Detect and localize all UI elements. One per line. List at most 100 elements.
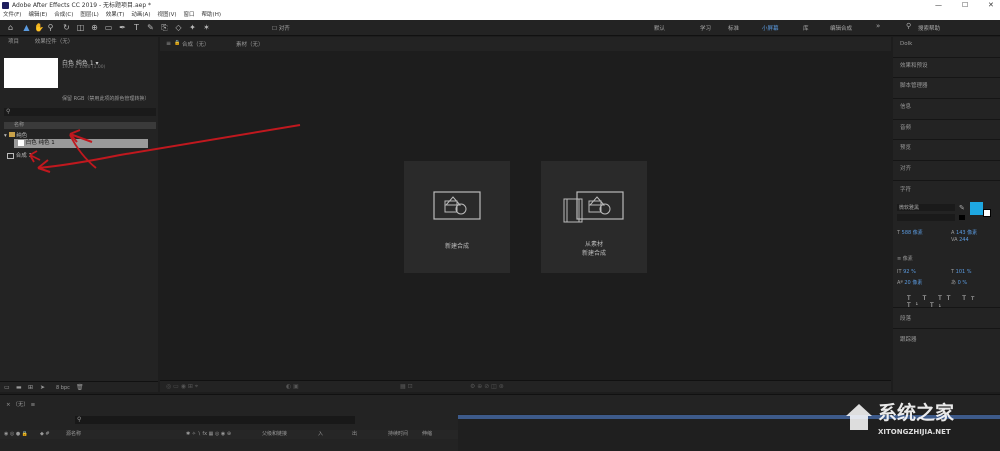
type-tool-icon[interactable]: T [132, 23, 141, 32]
lock-icon[interactable]: 🔒 [174, 40, 180, 46]
timeline-search-input[interactable]: ⚲ [75, 416, 355, 424]
label-icon[interactable]: ◆ # [40, 430, 50, 439]
pen-tool-icon[interactable]: ✒ [118, 23, 127, 32]
viewer-controls-icon[interactable]: ◎ ▭ ◉ ⊞ ⌖ [166, 383, 198, 391]
menu-layer[interactable]: 图层(L) [80, 11, 98, 20]
fill-color-swatch[interactable] [970, 202, 983, 215]
new-folder-icon[interactable]: ▬ [16, 384, 22, 391]
leading-field[interactable]: A 143 像素 [951, 229, 977, 236]
col-in[interactable]: 入 [318, 430, 323, 439]
bpc-label[interactable]: 8 bpc [56, 385, 70, 391]
menu-composition[interactable]: 合成(C) [54, 11, 73, 20]
baseline-shift-field[interactable]: Aª 20 像素 [897, 279, 922, 286]
workspace-learn[interactable]: 学习 [700, 24, 711, 32]
menu-edit[interactable]: 编辑(E) [28, 11, 47, 20]
panel-info[interactable]: 信息 [900, 102, 911, 110]
tracking-field[interactable]: VA 244 [951, 237, 969, 243]
col-duration[interactable]: 持续时间 [388, 430, 408, 439]
rectangle-tool-icon[interactable]: ▭ [104, 23, 113, 32]
tsume-field[interactable]: あ 0 % [951, 279, 967, 286]
interpret-footage-icon[interactable]: ▭ [4, 384, 10, 391]
menu-animation[interactable]: 动画(A) [131, 11, 150, 20]
panel-script-manager[interactable]: 脚本管理器 [900, 81, 928, 89]
workspace-default[interactable]: 默认 [654, 24, 665, 32]
panel-align[interactable]: 对齐 [900, 164, 911, 172]
zoom-tool-icon[interactable]: ⚲ [46, 23, 55, 32]
panel-tracker[interactable]: 跟踪器 [900, 335, 917, 343]
home-icon[interactable]: ⌂ [6, 23, 15, 32]
stroke-color-swatch[interactable] [983, 209, 991, 217]
hand-tool-icon[interactable]: ✋ [34, 23, 44, 32]
snapshot-icon[interactable]: ◐ ▣ [286, 383, 299, 390]
vertical-scale-field[interactable]: IT 92 % [897, 269, 916, 275]
horizontal-scale-field[interactable]: T 101 % [951, 269, 972, 275]
rotate-tool-icon[interactable]: ↻ [62, 23, 71, 32]
col-parent[interactable]: 父级和链接 [262, 430, 287, 439]
project-panel: 项目 效果控件（无） [0, 37, 158, 392]
minimize-icon[interactable]: — [935, 0, 942, 11]
menu-window[interactable]: 窗口 [184, 11, 195, 20]
workspace-small-screen[interactable]: 小屏幕 [762, 24, 779, 32]
divider [893, 77, 1000, 78]
tab-effect-controls[interactable]: 效果控件（无） [35, 39, 74, 45]
stroke-width-field[interactable]: ≡ 像素 [897, 255, 913, 262]
panel-effects-presets[interactable]: 效果和预设 [900, 61, 928, 69]
eraser-tool-icon[interactable]: ◇ [174, 23, 183, 32]
new-comp-from-footage-button[interactable]: 从素材 新建合成 [541, 161, 647, 273]
new-comp-icon[interactable]: ⊞ [28, 384, 33, 391]
col-out[interactable]: 出 [352, 430, 357, 439]
eyedropper-icon[interactable]: ✎ [959, 204, 965, 212]
font-style-select[interactable] [897, 214, 955, 221]
menu-file[interactable]: 文件(F) [3, 11, 21, 20]
menu-view[interactable]: 视图(V) [157, 11, 176, 20]
selection-tool-icon[interactable]: ▲ [22, 23, 31, 32]
workspace-edit-comp[interactable]: 编辑合成 [830, 24, 852, 32]
brush-tool-icon[interactable]: ✎ [146, 23, 155, 32]
tab-footage[interactable]: 素材（无） [236, 40, 264, 48]
help-search-input[interactable]: 搜索帮助 [918, 24, 940, 32]
flowchart-icon[interactable]: ➤ [40, 384, 45, 391]
clone-tool-icon[interactable]: ⎘ [160, 23, 169, 32]
panel-preview[interactable]: 预览 [900, 143, 911, 151]
col-source-name[interactable]: 源名称 [66, 430, 81, 439]
column-header-name[interactable]: 名称 [4, 122, 156, 129]
panel-dolk[interactable]: Dolk [900, 41, 912, 47]
divider [893, 98, 1000, 99]
more-workspaces-icon[interactable]: » [876, 22, 880, 30]
black-swatch[interactable] [959, 215, 965, 220]
av-switches-icon[interactable]: ◉ ◎ ● 🔒 [4, 430, 28, 439]
camera-tool-icon[interactable]: ◫ [76, 23, 85, 32]
menu-help[interactable]: 帮助(H) [202, 11, 221, 20]
list-item-solid[interactable]: 白色 纯色 1 [14, 139, 148, 148]
font-family-select[interactable]: 微软雅黑 [897, 204, 955, 211]
render-icon[interactable]: ⚙ ⊕ ⊘ ◫ ⊛ [470, 383, 504, 390]
timeline-tab[interactable]: × （无） ≡ [6, 400, 35, 408]
menu-effect[interactable]: 效果(T) [106, 11, 125, 20]
folder-solids[interactable]: ▾ 纯色 [4, 131, 27, 139]
font-size-field[interactable]: T 588 像素 [897, 229, 923, 236]
panel-character[interactable]: 字符 [900, 185, 911, 193]
panel-audio[interactable]: 音频 [900, 123, 911, 131]
puppet-tool-icon[interactable]: ✶ [202, 23, 211, 32]
tab-composition[interactable]: 合成（无） [182, 40, 210, 48]
menu-icon[interactable]: ≡ [166, 40, 171, 47]
region-icon[interactable]: ▦ ⊡ [400, 383, 413, 390]
workspace-standard[interactable]: 标准 [728, 24, 739, 32]
timeline-columns: ◉ ◎ ● 🔒 ◆ # 源名称 ✱ ✧ ∖ fx ▦ ◎ ◉ ⊕ 父级和链接 入… [0, 430, 458, 439]
roto-tool-icon[interactable]: ✦ [188, 23, 197, 32]
tab-project[interactable]: 项目 [8, 39, 19, 45]
right-panel: Dolk 效果和预设 脚本管理器 信息 音频 预览 对齐 字符 微软雅黑 ✎ T… [893, 37, 1000, 392]
pan-behind-tool-icon[interactable]: ⊕ [90, 23, 99, 32]
list-item-comp[interactable]: 合成 1 [7, 151, 32, 159]
workspace-library[interactable]: 库 [803, 24, 809, 32]
new-composition-button[interactable]: 新建合成 [404, 161, 510, 273]
search-icon[interactable]: ⚲ [906, 22, 911, 30]
panel-paragraph[interactable]: 段落 [900, 314, 911, 322]
snap-checkbox[interactable]: ☐ 对齐 [272, 24, 290, 32]
close-icon[interactable]: ✕ [988, 0, 994, 11]
trash-icon[interactable]: 🗑 [76, 384, 84, 391]
maximize-icon[interactable]: ☐ [962, 0, 968, 11]
layer-switches-icon[interactable]: ✱ ✧ ∖ fx ▦ ◎ ◉ ⊕ [186, 430, 231, 439]
col-stretch[interactable]: 伸缩 [422, 430, 432, 439]
project-search-input[interactable]: ⚲ [4, 108, 156, 116]
